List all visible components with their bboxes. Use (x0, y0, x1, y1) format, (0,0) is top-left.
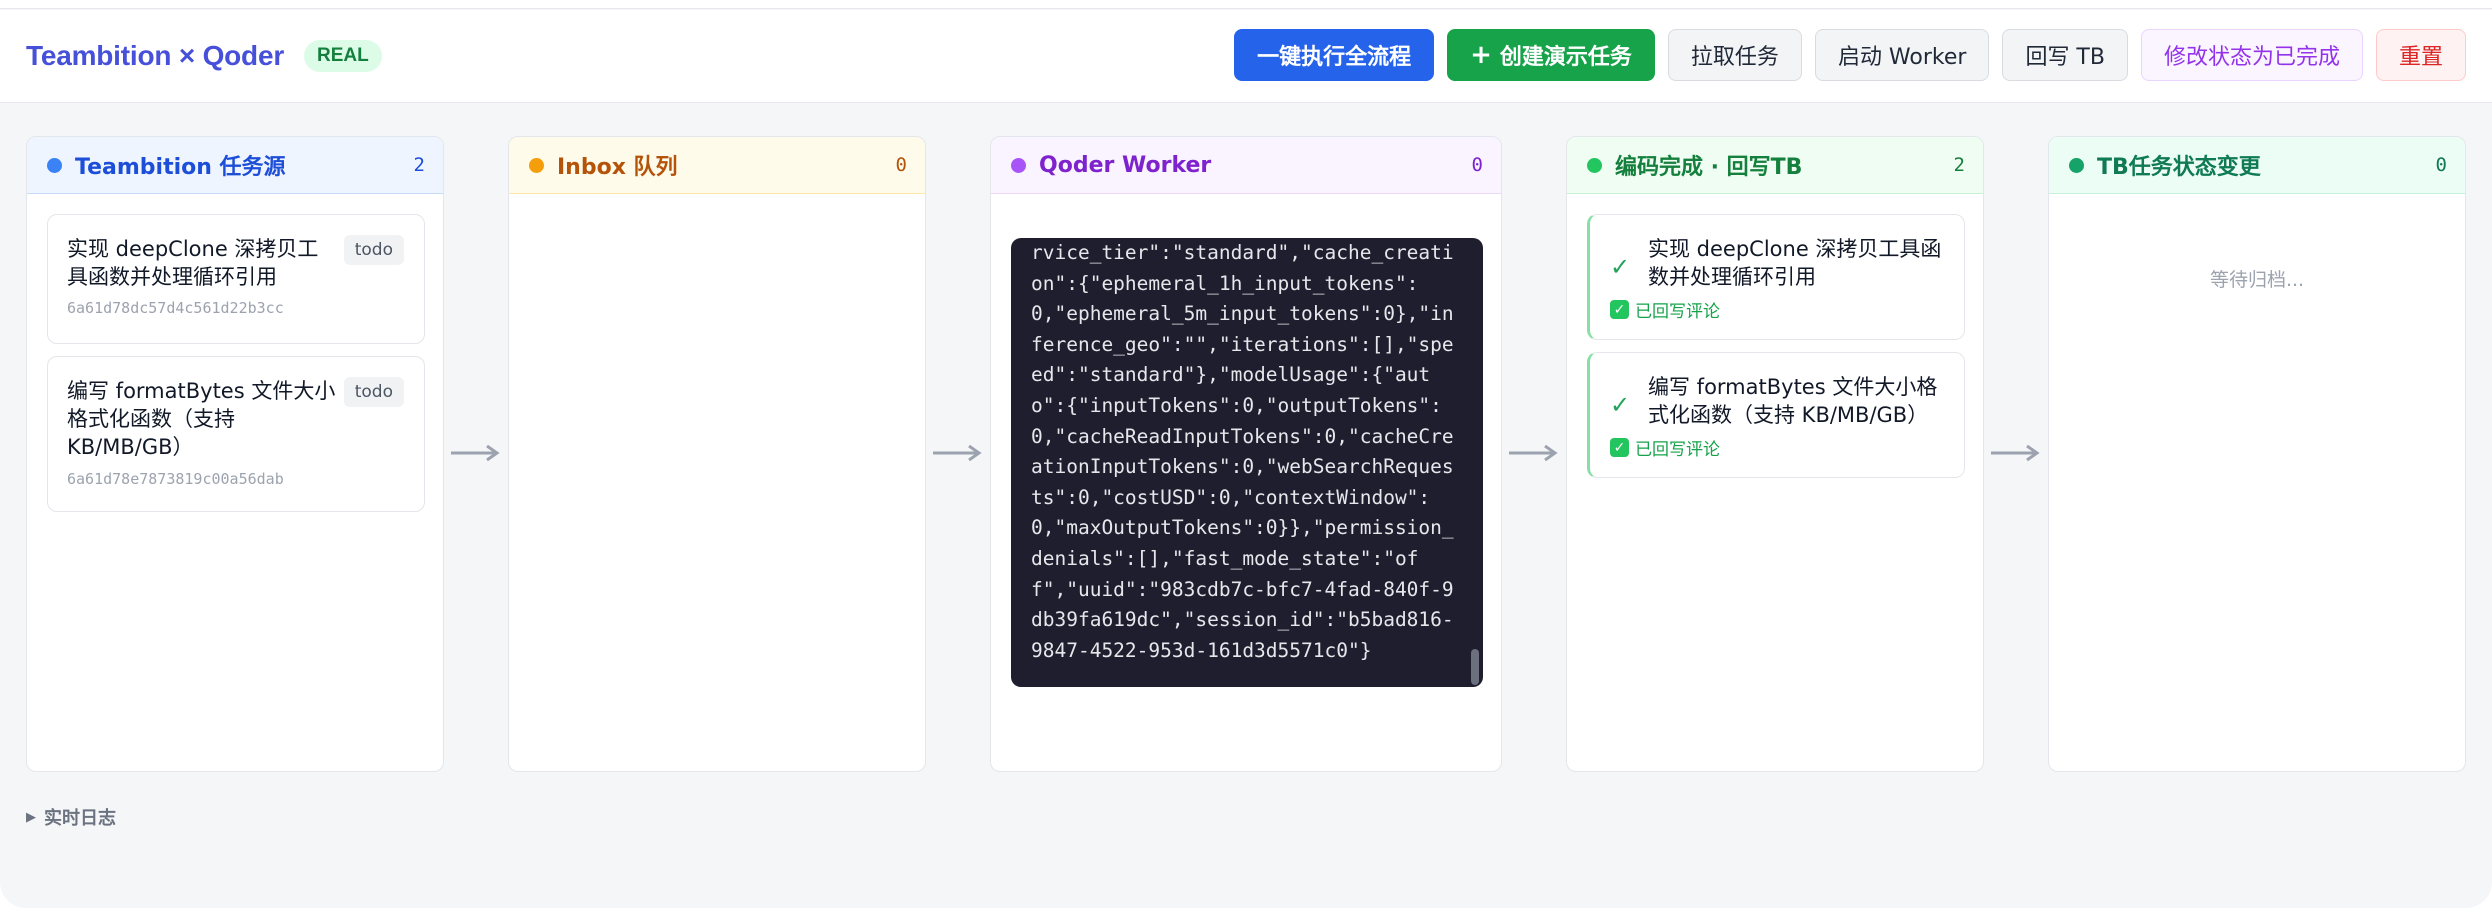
column-header: Inbox 队列 0 (509, 137, 925, 194)
column-title: Inbox 队列 (557, 155, 678, 180)
flow-arrow-icon (451, 444, 500, 462)
run-all-label: 一键执行全流程 (1257, 45, 1412, 70)
app-header: Teambition × Qoder REAL 一键执行全流程 + 创建演示任务 … (0, 10, 2492, 103)
start-worker-button[interactable]: 启动 Worker (1814, 29, 1990, 81)
pull-tasks-button[interactable]: 拉取任务 (1667, 29, 1802, 81)
task-name: 编写 formatBytes 文件大小格式化函数（支持 KB/MB/GB） (67, 379, 336, 459)
status-dot (47, 157, 62, 173)
column-title: 编码完成 · 回写TB (1615, 155, 1803, 180)
task-id: 6a61d78dc57d4c561d22b3cc (67, 299, 284, 317)
column-count: 2 (1953, 154, 1965, 176)
commented-label: 已回写评论 (1635, 440, 1720, 460)
column-worker: Qoder Worker 0 rvice_tier":"standard","c… (990, 136, 1502, 772)
run-all-button[interactable]: 一键执行全流程 (1234, 29, 1435, 81)
column-title: Teambition 任务源 (75, 155, 286, 180)
commented-status: ✓ 已回写评论 (1610, 297, 1720, 322)
terminal-scrollbar[interactable] (1471, 649, 1479, 685)
column-done: 编码完成 · 回写TB 2 ✓ 实现 deepClone 深拷贝工具函数并处理循… (1566, 136, 1984, 772)
checkmark-icon: ✓ (1610, 391, 1631, 419)
mark-done-label: 修改状态为已完成 (2163, 45, 2340, 70)
realtime-log-toggle[interactable]: ▶ 实时日志 (26, 804, 116, 830)
checkmark-icon: ✓ (1610, 253, 1631, 281)
task-name: 编写 formatBytes 文件大小格式化函数（支持 KB/MB/GB） (1648, 375, 1938, 427)
flow-arrow-icon (1509, 444, 1558, 462)
task-name: 实现 deepClone 深拷贝工具函数并处理循环引用 (1648, 237, 1942, 289)
status-dot (1011, 157, 1026, 173)
reset-button[interactable]: 重置 (2375, 29, 2466, 81)
flow-arrow-icon (933, 444, 982, 462)
column-header: 编码完成 · 回写TB 2 (1567, 137, 1983, 194)
write-back-button[interactable]: 回写 TB (2002, 29, 2128, 81)
column-count: 0 (2435, 154, 2447, 176)
reset-label: 重置 (2398, 45, 2443, 70)
column-count: 0 (895, 154, 907, 176)
brand: Teambition × Qoder REAL (26, 38, 382, 74)
write-back-label: 回写 TB (2025, 45, 2105, 70)
worker-terminal[interactable]: rvice_tier":"standard","cache_creation":… (1011, 238, 1483, 687)
task-card[interactable]: 编写 formatBytes 文件大小格式化函数（支持 KB/MB/GB） to… (47, 356, 425, 512)
flow-arrow-icon (1991, 444, 2040, 462)
empty-state-text: 等待归档... (2209, 269, 2305, 291)
triangle-right-icon: ▶ (26, 809, 36, 825)
task-card[interactable]: 实现 deepClone 深拷贝工具函数并处理循环引用 todo 6a61d78… (47, 214, 425, 344)
column-header: Teambition 任务源 2 (27, 137, 443, 194)
column-header: Qoder Worker 0 (991, 137, 1501, 194)
done-card[interactable]: ✓ 实现 deepClone 深拷贝工具函数并处理循环引用 ✓ 已回写评论 (1587, 214, 1965, 340)
check-box-icon: ✓ (1610, 300, 1629, 319)
window-top-edge (0, 0, 2492, 9)
status-tag: todo (343, 377, 404, 407)
status-dot (2069, 157, 2084, 173)
terminal-output: rvice_tier":"standard","cache_creation":… (1031, 241, 1454, 662)
task-id: 6a61d78e7873819c00a56dab (67, 470, 284, 488)
column-count: 0 (1471, 154, 1483, 176)
column-source: Teambition 任务源 2 实现 deepClone 深拷贝工具函数并处理… (26, 136, 444, 772)
status-dot (1587, 157, 1602, 173)
app-window: Teambition × Qoder REAL 一键执行全流程 + 创建演示任务 … (0, 0, 2492, 908)
start-worker-label: 启动 Worker (1837, 45, 1967, 70)
column-header: TB任务状态变更 0 (2049, 137, 2465, 194)
done-card[interactable]: ✓ 编写 formatBytes 文件大小格式化函数（支持 KB/MB/GB） … (1587, 352, 1965, 478)
commented-status: ✓ 已回写评论 (1610, 435, 1720, 460)
create-demo-label: 创建演示任务 (1499, 45, 1632, 70)
pull-tasks-label: 拉取任务 (1690, 45, 1779, 70)
column-status-change: TB任务状态变更 0 等待归档... (2048, 136, 2466, 772)
toolbar: 一键执行全流程 + 创建演示任务 拉取任务 启动 Worker 回写 TB 修改状… (1234, 29, 2466, 81)
commented-label: 已回写评论 (1635, 302, 1720, 322)
column-title: Qoder Worker (1039, 152, 1212, 178)
column-inbox: Inbox 队列 0 (508, 136, 926, 772)
status-dot (529, 157, 544, 173)
column-title: TB任务状态变更 (2097, 155, 2261, 180)
realtime-log-label: 实时日志 (44, 808, 116, 829)
task-name: 实现 deepClone 深拷贝工具函数并处理循环引用 (67, 237, 319, 289)
create-demo-button[interactable]: + 创建演示任务 (1447, 29, 1655, 81)
plus-icon: + (1470, 40, 1492, 70)
mode-badge: REAL (304, 40, 382, 72)
status-tag: todo (343, 235, 404, 265)
check-box-icon: ✓ (1610, 438, 1629, 457)
column-count: 2 (413, 154, 425, 176)
app-title: Teambition × Qoder (26, 40, 285, 71)
mark-done-button[interactable]: 修改状态为已完成 (2140, 29, 2363, 81)
